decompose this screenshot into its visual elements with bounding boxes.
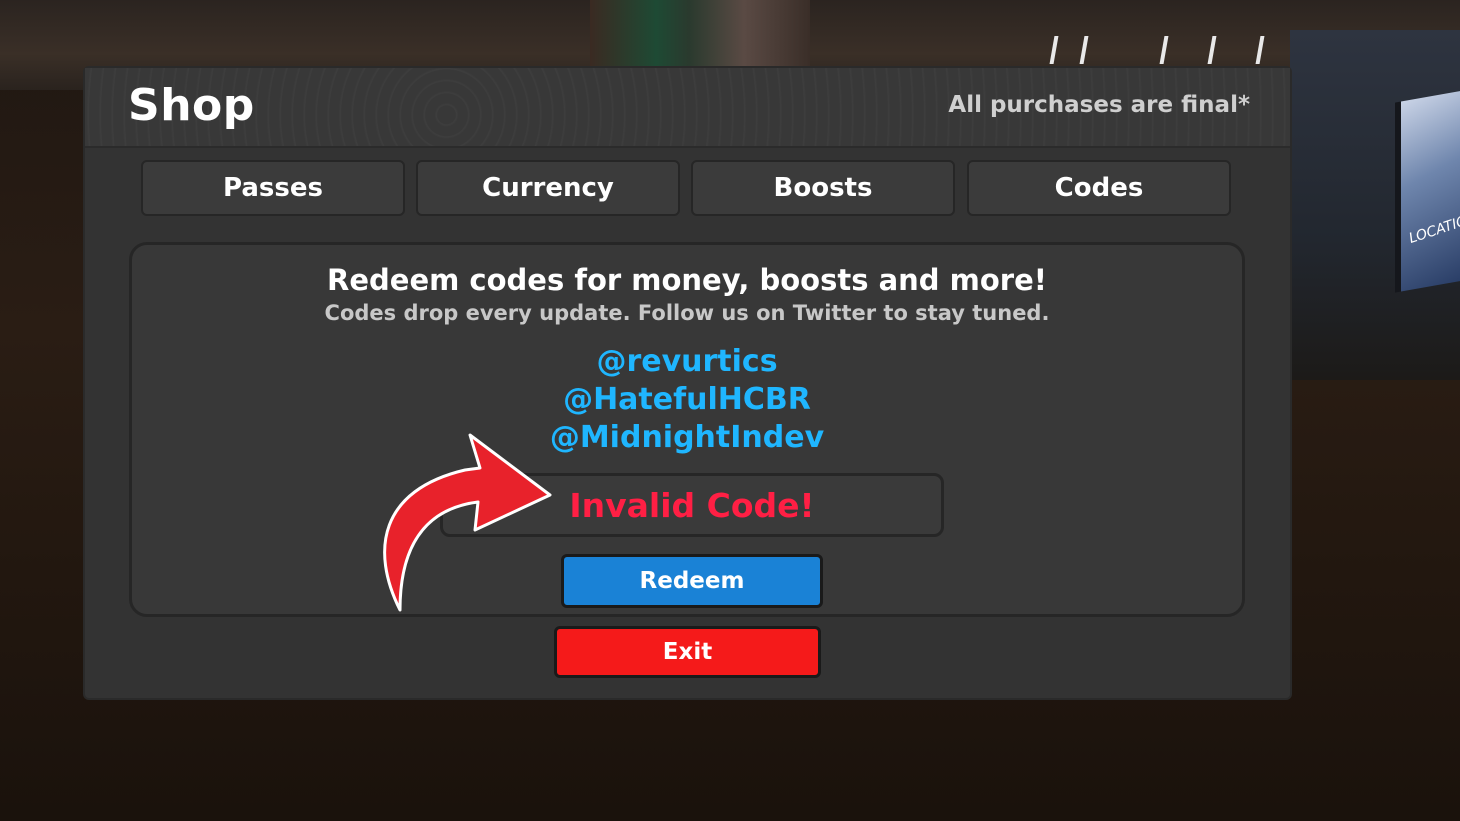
tab-currency[interactable]: Currency xyxy=(416,160,680,216)
background-location-sign xyxy=(1395,87,1460,293)
twitter-handle: @MidnightIndev xyxy=(549,420,825,455)
redeem-button[interactable]: Redeem xyxy=(561,554,823,608)
background-doorway xyxy=(590,0,810,70)
codes-subheading: Codes drop every update. Follow us on Tw… xyxy=(324,301,1050,325)
codes-heading: Redeem codes for money, boosts and more! xyxy=(327,263,1047,297)
shop-tabs: Passes Currency Boosts Codes xyxy=(141,160,1233,218)
curved-arrow-icon xyxy=(383,433,552,612)
shop-header: Shop All purchases are final* xyxy=(85,68,1290,148)
shop-window: Shop All purchases are final* Passes Cur… xyxy=(85,68,1290,698)
shop-title: Shop xyxy=(128,80,255,131)
twitter-handle: @revurtics xyxy=(596,344,778,379)
twitter-handle: @HatefulHCBR xyxy=(563,382,811,417)
exit-button[interactable]: Exit xyxy=(554,626,821,678)
codes-panel: Redeem codes for money, boosts and more!… xyxy=(129,242,1245,617)
purchases-final-notice: All purchases are final* xyxy=(948,92,1250,118)
tab-boosts[interactable]: Boosts xyxy=(691,160,955,216)
twitter-handles: @revurtics @HatefulHCBR @MidnightIndev xyxy=(132,343,1242,457)
tab-codes[interactable]: Codes xyxy=(967,160,1231,216)
tab-passes[interactable]: Passes xyxy=(141,160,405,216)
